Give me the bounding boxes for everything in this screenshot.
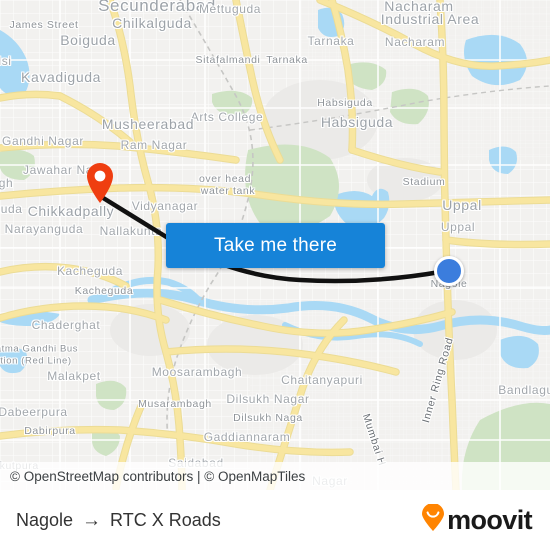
map-canvas[interactable]: Secunderabad Mettuguda Nacharam Industrial … — [0, 0, 550, 490]
trip-summary: Nagole → RTC X Roads — [16, 510, 221, 531]
origin-pin-marker[interactable] — [85, 162, 115, 204]
arrow-right-icon: → — [82, 509, 102, 531]
map-attribution-bar: © OpenStreetMap contributors | © OpenMap… — [0, 462, 550, 490]
destination-dot-marker[interactable] — [434, 256, 464, 286]
attribution-text[interactable]: © OpenStreetMap contributors | © OpenMap… — [10, 469, 305, 484]
moovit-wordmark: moovit — [447, 504, 533, 535]
moovit-logo[interactable]: moovit — [420, 502, 533, 537]
footer-bar: Nagole → RTC X Roads moovit — [0, 490, 550, 550]
moovit-pin-icon — [420, 502, 446, 537]
trip-origin-label: Nagole — [16, 509, 74, 530]
trip-destination-label: RTC X Roads — [110, 509, 221, 530]
take-me-there-button[interactable]: Take me there — [166, 223, 385, 268]
